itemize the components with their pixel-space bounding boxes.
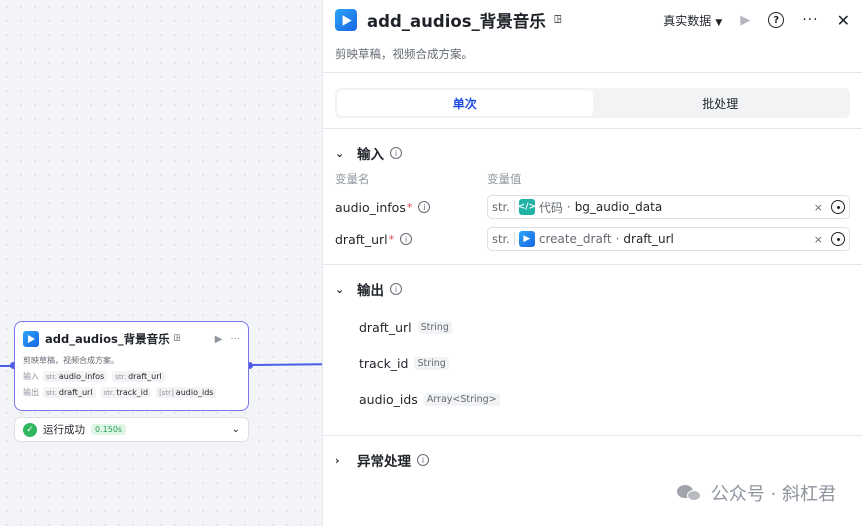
- code-brackets-icon: </>: [518, 199, 536, 215]
- output-var-row: track_id String: [335, 345, 850, 381]
- output-section-header[interactable]: ⌄ 输出 i: [335, 277, 850, 301]
- watermark: 公众号 · 斜杠君: [676, 480, 836, 506]
- capcut-play-icon: ▶: [518, 231, 535, 247]
- input-column-headers: 变量名 变量值: [335, 171, 850, 187]
- node-outputs-row: 输出 str. draft_url str. track_id [str] audio…: [15, 387, 248, 398]
- info-icon[interactable]: i: [390, 283, 402, 295]
- info-icon[interactable]: i: [390, 147, 402, 159]
- panel-title: add_audios_背景音乐: [367, 12, 546, 31]
- clear-icon[interactable]: ×: [814, 233, 823, 246]
- node-detail-panel: add_audios_背景音乐 ꖸ 真实数据 ▼ ▶ ? ··· ✕ 剪映草稿，视…: [322, 0, 862, 526]
- run-status-bar[interactable]: ✓ 运行成功 0.150s ⌄: [14, 417, 249, 442]
- output-section: ⌄ 输出 i draft_url String track_id String …: [323, 265, 862, 435]
- output-var-type: String: [417, 320, 452, 334]
- output-var-name: draft_url: [359, 319, 412, 335]
- clear-icon[interactable]: ×: [814, 201, 823, 214]
- ref-node-name: 代码: [538, 200, 563, 215]
- node-output-tag: [str] audio_ids: [156, 387, 217, 398]
- capcut-play-icon: [23, 331, 39, 347]
- chevron-down-icon[interactable]: ⌄: [232, 424, 240, 435]
- check-circle-icon: ✓: [23, 422, 37, 437]
- panel-header: add_audios_背景音乐 ꖸ 真实数据 ▼ ▶ ? ··· ✕: [323, 0, 862, 40]
- node-more-icon[interactable]: ···: [230, 334, 240, 345]
- caret-down-icon: ▼: [715, 17, 723, 28]
- input-section: ⌄ 输入 i 变量名 变量值 audio_infos * i str. </> 代…: [323, 129, 862, 264]
- node-run-icon[interactable]: ▶: [215, 334, 223, 345]
- output-var-type: String: [414, 356, 449, 370]
- var-type-label: str.: [492, 232, 515, 246]
- target-icon[interactable]: [831, 232, 845, 246]
- info-icon[interactable]: i: [417, 454, 429, 466]
- data-mode-select[interactable]: 真实数据 ▼: [663, 12, 722, 29]
- workflow-node[interactable]: add_audios_背景音乐 ꖸ ▶ ··· 剪映草稿，视频合成方案。 输入 …: [14, 321, 249, 411]
- node-inputs-label: 输入: [23, 372, 39, 381]
- tab-batch[interactable]: 批处理: [593, 90, 849, 116]
- run-time-badge: 0.150s: [91, 424, 127, 435]
- info-icon[interactable]: i: [418, 201, 431, 213]
- divider: [323, 72, 862, 73]
- col-variable-name: 变量名: [335, 172, 370, 186]
- output-var-row: audio_ids Array<String>: [335, 381, 850, 417]
- node-input-tag: str. draft_url: [112, 371, 165, 382]
- chevron-right-icon[interactable]: ›: [335, 454, 345, 467]
- node-header: add_audios_背景音乐 ꖸ ▶ ···: [15, 322, 248, 356]
- error-section-header[interactable]: › 异常处理 i: [335, 448, 850, 472]
- title-badge-icon: ꖸ: [553, 13, 562, 26]
- chevron-down-icon[interactable]: ⌄: [335, 283, 345, 296]
- input-var-value-field[interactable]: str. ▶ create_draft · draft_url ×: [487, 227, 850, 251]
- wechat-icon: [676, 483, 703, 503]
- info-icon[interactable]: i: [400, 233, 413, 245]
- run-mode-tabs: 单次 批处理: [335, 88, 850, 118]
- play-icon[interactable]: ▶: [740, 13, 750, 28]
- node-outputs-label: 输出: [23, 388, 39, 397]
- error-section: › 异常处理 i: [323, 436, 862, 472]
- col-variable-value: 变量值: [487, 172, 522, 186]
- input-var-value-field[interactable]: str. </> 代码 · bg_audio_data ×: [487, 195, 850, 219]
- close-icon[interactable]: ✕: [837, 11, 850, 30]
- ref-var-name: draft_url: [623, 232, 674, 246]
- output-var-name: track_id: [359, 355, 409, 371]
- capcut-play-icon: [335, 9, 357, 31]
- output-var-name: audio_ids: [359, 391, 418, 407]
- var-type-label: str.: [492, 200, 515, 214]
- node-input-tag: str. audio_infos: [43, 371, 108, 382]
- input-var-row: draft_url * i str. ▶ create_draft · draft…: [335, 227, 850, 251]
- workflow-canvas[interactable]: add_audios_背景音乐 ꖸ ▶ ··· 剪映草稿，视频合成方案。 输入 …: [0, 0, 323, 526]
- output-var-row: draft_url String: [335, 309, 850, 345]
- run-status-text: 运行成功: [43, 424, 85, 436]
- target-icon[interactable]: [831, 200, 845, 214]
- tab-single[interactable]: 单次: [337, 90, 593, 116]
- watermark-text: 公众号 · 斜杠君: [710, 484, 836, 505]
- node-output-tag: str. draft_url: [43, 387, 96, 398]
- node-description: 剪映草稿，视频合成方案。: [23, 356, 119, 365]
- ref-var-name: bg_audio_data: [574, 200, 663, 214]
- help-icon[interactable]: ?: [768, 12, 785, 28]
- node-title: add_audios_背景音乐: [45, 332, 170, 346]
- node-inputs-row: 输入 str. audio_infos str. draft_url: [15, 371, 248, 382]
- output-var-type: Array<String>: [423, 392, 500, 406]
- panel-description: 剪映草稿，视频合成方案。: [335, 47, 473, 61]
- input-var-row: audio_infos * i str. </> 代码 · bg_audio_da…: [335, 195, 850, 219]
- node-output-tag: str. track_id: [100, 387, 152, 398]
- input-section-header[interactable]: ⌄ 输入 i: [335, 141, 850, 165]
- outgoing-edge: [249, 363, 323, 366]
- input-var-name: audio_infos * i: [335, 200, 487, 215]
- node-badge-icon: ꖸ: [173, 334, 181, 344]
- chevron-down-icon[interactable]: ⌄: [335, 147, 345, 160]
- more-icon[interactable]: ···: [802, 12, 818, 28]
- ref-node-name: create_draft: [538, 232, 612, 246]
- input-var-name: draft_url * i: [335, 232, 487, 247]
